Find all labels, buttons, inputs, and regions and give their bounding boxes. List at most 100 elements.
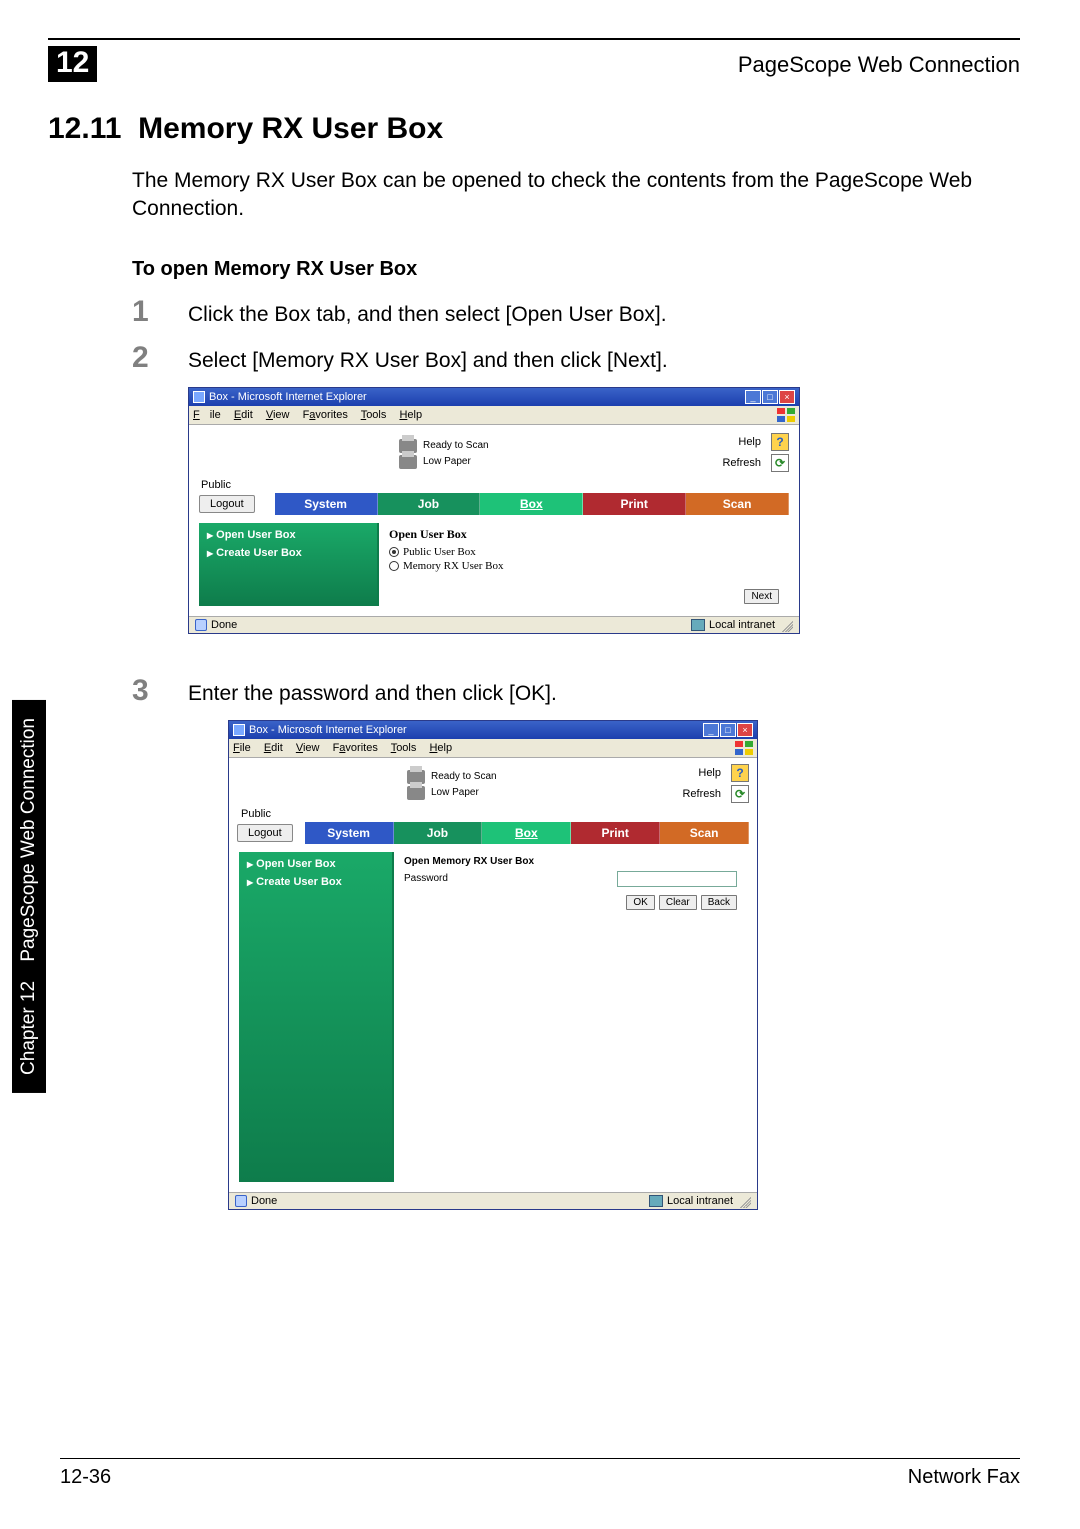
chapter-number-badge: 12 <box>48 46 97 82</box>
menu-help[interactable]: Help <box>429 742 452 754</box>
next-button[interactable]: Next <box>744 589 779 604</box>
status-bar: Done Local intranet <box>189 616 799 633</box>
maximize-button[interactable]: □ <box>720 723 736 737</box>
windows-flag-icon <box>777 408 795 422</box>
menu-view[interactable]: View <box>266 409 290 421</box>
pane-title: Open User Box <box>389 527 779 542</box>
refresh-icon-button[interactable]: ⟳ <box>771 454 789 472</box>
done-icon <box>195 619 207 631</box>
clear-button[interactable]: Clear <box>659 895 697 910</box>
menu-favorites[interactable]: Favorites <box>303 409 348 421</box>
refresh-icon-button[interactable]: ⟳ <box>731 785 749 803</box>
tab-scan[interactable]: Scan <box>686 493 789 515</box>
ie-icon <box>233 724 245 736</box>
printer-icon <box>407 786 425 800</box>
minimize-button[interactable]: _ <box>703 723 719 737</box>
side-tab: Chapter 12 PageScope Web Connection <box>12 700 46 1093</box>
step-3: 3 Enter the password and then click [OK]… <box>132 674 1020 708</box>
section-name: Memory RX User Box <box>138 112 443 145</box>
status-bar: Done Local intranet <box>229 1192 757 1209</box>
maximize-button[interactable]: □ <box>762 390 778 404</box>
close-button[interactable]: × <box>737 723 753 737</box>
window-title: Box - Microsoft Internet Explorer <box>209 391 367 403</box>
tab-job[interactable]: Job <box>378 493 481 515</box>
step-1: 1 Click the Box tab, and then select [Op… <box>132 295 1020 329</box>
menu-edit[interactable]: Edit <box>264 742 283 754</box>
menu-file[interactable]: File <box>193 409 221 421</box>
back-button[interactable]: Back <box>701 895 737 910</box>
section-intro: The Memory RX User Box can be opened to … <box>132 167 1000 224</box>
header-right: PageScope Web Connection <box>738 52 1020 78</box>
done-icon <box>235 1195 247 1207</box>
tab-print[interactable]: Print <box>571 822 660 844</box>
step-text-3: Enter the password and then click [OK]. <box>188 682 557 706</box>
printer-icon <box>399 455 417 469</box>
menu-edit[interactable]: Edit <box>234 409 253 421</box>
tab-system[interactable]: System <box>275 493 378 515</box>
sidemenu-open-user-box[interactable]: Open User Box <box>207 529 369 541</box>
page-number: 12-36 <box>60 1466 111 1489</box>
menu-tools[interactable]: Tools <box>391 742 417 754</box>
menu-favorites[interactable]: Favorites <box>333 742 378 754</box>
sidemenu-open-user-box[interactable]: Open User Box <box>247 858 384 870</box>
window-buttons[interactable]: _□× <box>744 390 795 404</box>
pane-title: Open Memory RX User Box <box>404 856 737 867</box>
tab-system[interactable]: System <box>305 822 394 844</box>
step-num-3: 3 <box>132 674 188 708</box>
refresh-link[interactable]: Refresh <box>682 788 721 800</box>
footer-right: Network Fax <box>908 1466 1020 1489</box>
sub-heading: To open Memory RX User Box <box>132 258 1020 281</box>
status-lowpaper: Low Paper <box>423 456 471 467</box>
section-title: 12.11 Memory RX User Box <box>48 112 1020 146</box>
status-lowpaper: Low Paper <box>431 787 479 798</box>
menu-help[interactable]: Help <box>399 409 422 421</box>
user-label: Public <box>241 808 745 820</box>
logout-button[interactable]: Logout <box>199 495 255 513</box>
window-title: Box - Microsoft Internet Explorer <box>249 724 407 736</box>
main-pane: Open Memory RX User Box Password OK Clea… <box>394 852 747 1182</box>
resize-grip-icon <box>737 1194 751 1208</box>
step-2: 2 Select [Memory RX User Box] and then c… <box>132 341 1020 375</box>
status-zone: Local intranet <box>667 1195 733 1207</box>
main-pane: Open User Box Public User Box Memory RX … <box>379 523 789 606</box>
menu-bar: File Edit View Favorites Tools Help <box>229 739 757 758</box>
intranet-icon <box>649 1195 663 1207</box>
resize-grip-icon <box>779 618 793 632</box>
help-link[interactable]: Help <box>698 767 721 779</box>
menu-tools[interactable]: Tools <box>361 409 387 421</box>
tab-print[interactable]: Print <box>583 493 686 515</box>
tab-box[interactable]: Box <box>480 493 583 515</box>
ok-button[interactable]: OK <box>626 895 654 910</box>
menu-file[interactable]: File <box>233 742 251 754</box>
help-link[interactable]: Help <box>738 436 761 448</box>
window-titlebar: Box - Microsoft Internet Explorer _□× <box>189 388 799 406</box>
status-ready: Ready to Scan <box>423 440 489 451</box>
logout-button[interactable]: Logout <box>237 824 293 842</box>
side-menu: Open User Box Create User Box <box>239 852 394 1182</box>
tab-job[interactable]: Job <box>394 822 483 844</box>
radio-memory-label: Memory RX User Box <box>403 560 504 572</box>
status-done: Done <box>251 1195 277 1207</box>
window-buttons[interactable]: _□× <box>702 723 753 737</box>
step-num-2: 2 <box>132 341 188 375</box>
radio-memory[interactable] <box>389 561 399 571</box>
help-icon-button[interactable]: ? <box>771 433 789 451</box>
status-ready: Ready to Scan <box>431 771 497 782</box>
tab-scan[interactable]: Scan <box>660 822 749 844</box>
help-icon-button[interactable]: ? <box>731 764 749 782</box>
menu-view[interactable]: View <box>296 742 320 754</box>
sidemenu-create-user-box[interactable]: Create User Box <box>247 876 384 888</box>
status-zone: Local intranet <box>709 619 775 631</box>
sidemenu-create-user-box[interactable]: Create User Box <box>207 547 369 559</box>
tab-box[interactable]: Box <box>482 822 571 844</box>
password-label: Password <box>404 873 448 884</box>
minimize-button[interactable]: _ <box>745 390 761 404</box>
side-tab-title: PageScope Web Connection <box>18 718 39 962</box>
close-button[interactable]: × <box>779 390 795 404</box>
password-input[interactable] <box>617 871 737 887</box>
refresh-link[interactable]: Refresh <box>722 457 761 469</box>
screenshot-2: Box - Microsoft Internet Explorer _□× Fi… <box>228 720 758 1210</box>
radio-public[interactable] <box>389 547 399 557</box>
menu-bar: File Edit View Favorites Tools Help <box>189 406 799 425</box>
radio-public-label: Public User Box <box>403 546 476 558</box>
